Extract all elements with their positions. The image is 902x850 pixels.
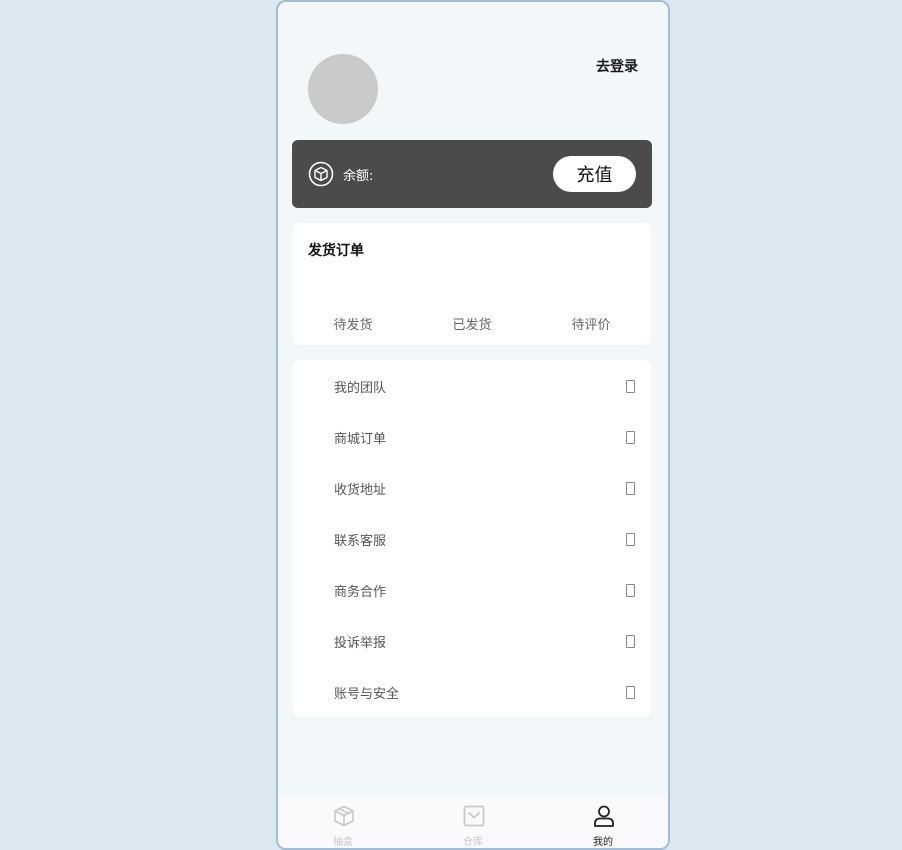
menu-item-label: 账号与安全 <box>334 687 400 702</box>
user-icon <box>594 805 614 827</box>
inbox-icon <box>463 805 485 827</box>
chevron-right-icon <box>626 533 635 546</box>
recharge-button[interactable]: 充值 <box>553 156 636 192</box>
menu-item-label: 投诉举报 <box>334 636 387 651</box>
tab-shipped[interactable]: 已发货 <box>422 314 522 333</box>
tab-label: 我的 <box>593 837 613 848</box>
menu-item-label: 商务合作 <box>334 585 387 600</box>
menu-item-label: 商城订单 <box>334 432 387 447</box>
menu-item-complaints[interactable]: 投诉举报 <box>293 615 651 666</box>
phone-screen: 去登录 余额: 充值 发货订单 待发货 已发货 待评价 我的团队 商城订单 收货… <box>276 0 670 850</box>
tab-warehouse[interactable]: 仓库 <box>408 796 538 848</box>
shipping-orders-card: 发货订单 待发货 已发货 待评价 <box>293 223 651 345</box>
menu-item-account-security[interactable]: 账号与安全 <box>293 666 651 717</box>
menu-item-label: 联系客服 <box>334 534 387 549</box>
menu-item-my-team[interactable]: 我的团队 <box>293 360 651 411</box>
orders-title: 发货订单 <box>308 243 364 259</box>
menu-list: 我的团队 商城订单 收货地址 联系客服 商务合作 投诉举报 账号与安全 <box>293 360 651 717</box>
tab-mine[interactable]: 我的 <box>538 796 668 848</box>
tab-blind-box[interactable]: 抽盒 <box>278 796 408 848</box>
tab-pending-review[interactable]: 待评价 <box>541 314 641 333</box>
tab-label: 抽盒 <box>333 837 353 848</box>
tab-pending-shipment[interactable]: 待发货 <box>303 314 403 333</box>
chevron-right-icon <box>626 482 635 495</box>
chevron-right-icon <box>626 686 635 699</box>
menu-item-label: 我的团队 <box>334 381 387 396</box>
menu-item-shipping-address[interactable]: 收货地址 <box>293 462 651 513</box>
login-link[interactable]: 去登录 <box>596 56 638 76</box>
cube-icon <box>308 161 334 187</box>
chevron-right-icon <box>626 584 635 597</box>
menu-item-mall-orders[interactable]: 商城订单 <box>293 411 651 462</box>
tab-label: 仓库 <box>463 837 483 848</box>
menu-item-label: 收货地址 <box>334 483 387 498</box>
menu-item-customer-service[interactable]: 联系客服 <box>293 513 651 564</box>
box-icon <box>334 805 354 827</box>
menu-item-business-cooperation[interactable]: 商务合作 <box>293 564 651 615</box>
avatar[interactable] <box>308 54 378 124</box>
balance-label: 余额: <box>343 169 374 184</box>
chevron-right-icon <box>626 635 635 648</box>
chevron-right-icon <box>626 380 635 393</box>
balance-card: 余额: 充值 <box>292 140 652 208</box>
chevron-right-icon <box>626 431 635 444</box>
bottom-tab-bar: 抽盒 仓库 我的 <box>278 796 668 848</box>
